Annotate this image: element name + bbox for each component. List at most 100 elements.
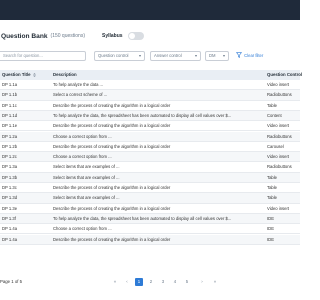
last-page-button[interactable]: »	[211, 278, 219, 286]
question-control-cell: Content	[267, 112, 282, 118]
question-title-cell: DP 1.1e	[2, 123, 18, 129]
question-control-cell: Carousel	[267, 143, 284, 149]
table-row[interactable]: DP 1.3c Describe the process of creating …	[0, 183, 300, 194]
question-control-cell: IDE	[267, 236, 274, 242]
question-count: (150 questions)	[50, 33, 85, 39]
column-header-title[interactable]: Question Title	[2, 70, 36, 80]
page-button-4[interactable]: 4	[171, 278, 179, 286]
answer-control-select[interactable]: Answer control ▾	[150, 51, 201, 61]
question-control-cell: Video insert	[267, 154, 290, 160]
question-control-cell: IDE	[267, 226, 274, 232]
pagination: Page 1 of 5 « ‹ 1 2 3 4 5 › »	[0, 277, 300, 287]
question-control-cell: Table	[267, 102, 278, 108]
dm-label: DM	[209, 53, 216, 58]
description-cell: Choose a correct option from ...	[53, 226, 112, 232]
table-row[interactable]: DP 1.2a Choose a correct option from ... R…	[0, 131, 300, 142]
question-control-cell: Table	[267, 195, 278, 201]
page-title: Question Bank	[1, 32, 48, 40]
column-header-label: Question Title	[2, 72, 31, 77]
page-button-5[interactable]: 5	[183, 278, 191, 286]
question-control-cell: Video insert	[267, 123, 290, 129]
question-title-cell: DP 1.3c	[2, 185, 17, 190]
chevron-down-icon: ▾	[138, 53, 141, 58]
table-row[interactable]: DP 1.1e Describe the process of creating …	[0, 121, 300, 132]
question-title-cell: DP 1.3e	[2, 205, 18, 211]
filter-bar: Search for question... Question control …	[0, 51, 300, 61]
sort-icon	[32, 72, 36, 77]
description-cell: Describe the process of creating the alg…	[53, 236, 171, 242]
table-row[interactable]: DP 1.1c Describe the process of creating …	[0, 101, 300, 111]
chevron-down-icon: ▾	[222, 53, 225, 58]
page-button-3[interactable]: 3	[159, 278, 167, 286]
question-title-cell: DP 1.1b	[2, 92, 18, 98]
description-cell: Describe the process of creating the alg…	[53, 205, 171, 211]
question-control-cell: Radiobuttons	[267, 164, 292, 170]
table-row[interactable]: DP 1.4a Describe the process of creating …	[0, 234, 300, 245]
syllabus-toggle[interactable]	[127, 32, 144, 40]
question-control-cell: Video insert	[267, 82, 290, 87]
page-header: Question Bank (150 questions) Syllabus	[0, 28, 144, 44]
question-title-cell: DP 1.1a	[2, 82, 18, 87]
question-title-cell: DP 1.4a	[2, 236, 18, 242]
table-row[interactable]: DP 1.1d To help analyze the data, the spr…	[0, 110, 300, 122]
table-row[interactable]: DP 1.4a Choose a correct option from ... I…	[0, 224, 300, 235]
question-title-cell: DP 1.4a	[2, 226, 18, 232]
question-title-cell: DP 1.3b	[2, 174, 18, 180]
column-header-question-control[interactable]: Question Control	[267, 70, 302, 80]
question-control-select[interactable]: Question control ▾	[94, 51, 145, 61]
question-control-cell: Table	[267, 185, 278, 190]
search-input[interactable]: Search for question...	[0, 51, 86, 61]
table-row[interactable]: DP 1.3f To help analyze the data, the spr…	[0, 213, 300, 225]
top-navigation-bar	[0, 0, 300, 20]
question-control-cell: IDE	[267, 215, 274, 221]
description-cell: Describe the process of creating the alg…	[53, 185, 171, 190]
table-row[interactable]: DP 1.1b Select a correct scheme of ... Rad…	[0, 90, 300, 101]
column-header-description[interactable]: Description	[53, 70, 77, 80]
question-title-cell: DP 1.2c	[2, 154, 17, 160]
description-cell: Describe the process of creating the alg…	[53, 102, 171, 108]
question-control-cell: Table	[267, 174, 278, 180]
question-title-cell: DP 1.2a	[2, 133, 18, 139]
question-title-cell: DP 1.1d	[2, 112, 18, 118]
description-cell: Select items that are examples of ...	[53, 174, 120, 180]
prev-page-button[interactable]: ‹	[123, 278, 131, 286]
description-cell: Choose a correct option from ...	[53, 133, 112, 139]
question-title-cell: DP 1.2b	[2, 143, 18, 149]
toggle-knob	[128, 33, 135, 39]
description-cell: To help analyze the data, the spreadshee…	[53, 112, 232, 118]
answer-control-label: Answer control	[154, 53, 182, 58]
description-cell: Describe the process of creating the alg…	[53, 123, 171, 129]
table-row[interactable]: DP 1.1a To help analyze the data ... Video…	[0, 80, 300, 91]
description-cell: To help analyze the data, the spreadshee…	[53, 215, 232, 221]
table-header: Question Title Description Question Cont…	[0, 70, 302, 80]
dm-select[interactable]: DM ▾	[205, 51, 229, 61]
first-page-button[interactable]: «	[111, 278, 119, 286]
question-title-cell: DP 1.3d	[2, 195, 18, 201]
table-row[interactable]: DP 1.3b Select items that are examples of…	[0, 172, 300, 183]
table-row[interactable]: DP 1.2c Choose a correct option from ... V…	[0, 152, 300, 163]
description-cell: Select items that are examples of ...	[53, 195, 120, 201]
table-row[interactable]: DP 1.3a Select items that are examples of…	[0, 162, 300, 173]
question-title-cell: DP 1.1c	[2, 102, 17, 108]
chevron-down-icon: ▾	[194, 53, 197, 58]
clear-filter-label: Clear filter	[244, 53, 264, 58]
description-cell: Choose a correct option from ...	[53, 154, 112, 160]
page-status: Page 1 of 5	[0, 279, 22, 284]
description-cell: Describe the process of creating the alg…	[53, 143, 171, 149]
table-row[interactable]: DP 1.3d Select items that are examples of…	[0, 193, 300, 204]
question-title-cell: DP 1.3a	[2, 164, 18, 170]
table-row[interactable]: DP 1.3e Describe the process of creating …	[0, 204, 300, 214]
question-control-label: Question control	[98, 53, 129, 58]
page-button-1[interactable]: 1	[135, 278, 143, 286]
syllabus-label: Syllabus	[102, 33, 123, 39]
question-control-cell: Video insert	[267, 205, 290, 211]
page-button-2[interactable]: 2	[147, 278, 155, 286]
description-cell: Select a correct scheme of ...	[53, 92, 108, 98]
question-control-cell: Radiobuttons	[267, 92, 292, 98]
table-row[interactable]: DP 1.2b Describe the process of creating …	[0, 142, 300, 153]
clear-filter-button[interactable]: Clear filter	[236, 51, 263, 61]
next-page-button[interactable]: ›	[198, 278, 206, 286]
question-control-cell: Radiobuttons	[267, 133, 292, 139]
question-title-cell: DP 1.3f	[2, 215, 16, 221]
description-cell: To help analyze the data ...	[53, 82, 104, 87]
